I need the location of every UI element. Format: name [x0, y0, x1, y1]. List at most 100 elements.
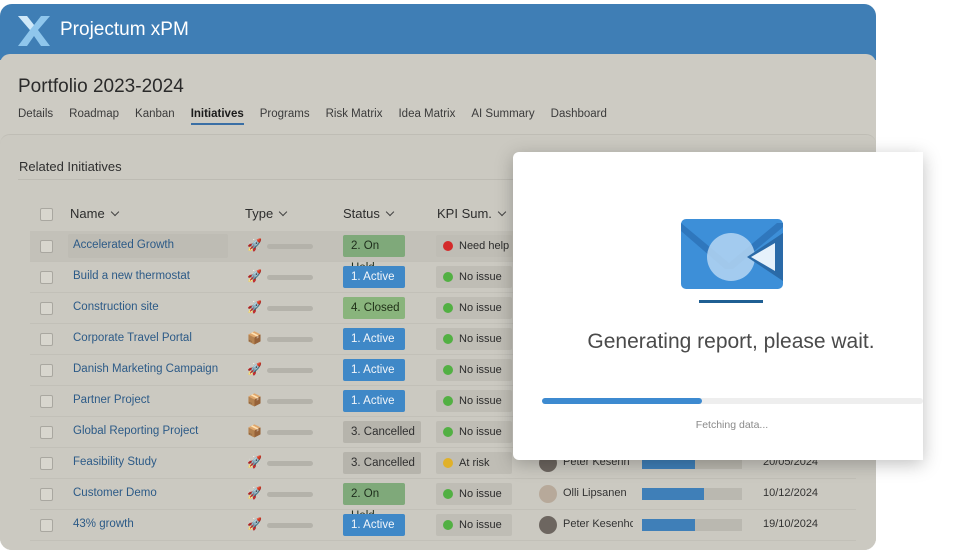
rocket-icon: 🚀 [247, 455, 262, 469]
initiative-name-link[interactable]: Corporate Travel Portal [73, 332, 192, 344]
initiative-name-link[interactable]: Customer Demo [73, 487, 157, 499]
rocket-icon: 🚀 [247, 362, 262, 376]
initiative-name-link[interactable]: Danish Marketing Campaign [73, 363, 218, 375]
progress-bar [642, 519, 742, 531]
row-checkbox[interactable] [40, 364, 53, 377]
type-bar [267, 492, 313, 497]
column-header-status[interactable]: Status [343, 206, 395, 221]
status-badge: 4. Closed [343, 297, 405, 319]
tab-dashboard[interactable]: Dashboard [551, 108, 607, 125]
avatar [539, 485, 557, 503]
column-header-kpi[interactable]: KPI Sum. [437, 206, 507, 221]
status-badge: 1. Active [343, 390, 405, 412]
tab-risk-matrix[interactable]: Risk Matrix [326, 108, 383, 125]
owner-name: Peter Kesenhc [563, 518, 633, 530]
report-envelope-icon [681, 219, 783, 289]
kpi-badge: No issue [436, 359, 512, 381]
kpi-badge: No issue [436, 328, 512, 350]
page-title: Portfolio 2023-2024 [18, 76, 184, 97]
status-badge: 3. Cancelled [343, 452, 421, 474]
row-checkbox[interactable] [40, 240, 53, 253]
initiative-name-link[interactable]: 43% growth [73, 518, 134, 530]
kpi-badge: No issue [436, 390, 512, 412]
kpi-badge: No issue [436, 421, 512, 443]
progress-fill [642, 488, 704, 500]
kpi-dot-icon [443, 396, 453, 406]
section-divider [18, 179, 518, 180]
progress-fill [642, 519, 695, 531]
row-checkbox[interactable] [40, 333, 53, 346]
type-bar [267, 368, 313, 373]
row-checkbox[interactable] [40, 271, 53, 284]
type-bar [267, 306, 313, 311]
kpi-dot-icon [443, 489, 453, 499]
kpi-badge: No issue [436, 514, 512, 536]
table-row[interactable]: Customer Demo 🚀 2. On Hold No issue Olli Lip… [30, 479, 856, 522]
type-bar [267, 244, 313, 249]
column-header-name[interactable]: Name [70, 206, 119, 221]
status-badge: 1. Active [343, 328, 405, 350]
report-progress-bar [542, 398, 923, 404]
chevron-down-icon [497, 207, 507, 217]
owner-name: Olli Lipsanen [563, 487, 627, 499]
row-checkbox[interactable] [40, 457, 53, 470]
initiative-name-link[interactable]: Global Reporting Project [73, 425, 198, 437]
status-badge: 1. Active [343, 514, 405, 536]
report-progress-fill [542, 398, 703, 404]
kpi-dot-icon [443, 458, 453, 468]
status-badge: 2. On Hold [343, 483, 405, 522]
rocket-icon: 🚀 [247, 269, 262, 283]
row-checkbox[interactable] [40, 302, 53, 315]
type-bar [267, 337, 313, 342]
modal-status: Fetching data... [695, 419, 769, 431]
kpi-badge: No issue [436, 297, 512, 319]
tab-ai-summary[interactable]: AI Summary [471, 108, 534, 125]
row-checkbox[interactable] [40, 395, 53, 408]
tab-details[interactable]: Details [18, 108, 53, 125]
date: 10/12/2024 [763, 487, 819, 499]
package-icon: 📦 [247, 331, 262, 345]
column-header-type[interactable]: Type [245, 206, 288, 221]
tab-initiatives[interactable]: Initiatives [190, 108, 244, 125]
kpi-badge: Need help [436, 235, 512, 257]
kpi-badge: At risk [436, 452, 512, 474]
initiative-name-link[interactable]: Feasibility Study [73, 456, 157, 468]
status-badge: 2. On Hold [343, 235, 405, 274]
select-all-checkbox[interactable] [40, 208, 53, 221]
top-bar: Projectum xPM [0, 4, 876, 60]
section-title: Related Initiatives [19, 159, 122, 174]
row-checkbox[interactable] [40, 426, 53, 439]
kpi-dot-icon [443, 272, 453, 282]
tab-idea-matrix[interactable]: Idea Matrix [398, 108, 455, 125]
type-bar [267, 461, 313, 466]
tab-bar: Details Roadmap Kanban Initiatives Programs R… [18, 108, 623, 125]
kpi-dot-icon [443, 334, 453, 344]
kpi-badge: No issue [436, 266, 512, 288]
chevron-down-icon [385, 207, 395, 217]
report-modal: Generating report, please wait. Fetching… [513, 152, 923, 460]
kpi-dot-icon [443, 427, 453, 437]
rocket-icon: 🚀 [247, 517, 262, 531]
type-bar [267, 523, 313, 528]
package-icon: 📦 [247, 393, 262, 407]
row-checkbox[interactable] [40, 488, 53, 501]
rocket-icon: 🚀 [247, 486, 262, 500]
package-icon: 📦 [247, 424, 262, 438]
table-row[interactable]: 43% growth 🚀 1. Active No issue Peter Kesenh… [30, 510, 856, 541]
kpi-dot-icon [443, 303, 453, 313]
modal-message: Generating report, please wait. [587, 330, 875, 353]
tab-kanban[interactable]: Kanban [135, 108, 175, 125]
row-checkbox[interactable] [40, 519, 53, 532]
date: 19/10/2024 [763, 518, 819, 530]
tab-programs[interactable]: Programs [260, 108, 310, 125]
rocket-icon: 🚀 [247, 300, 262, 314]
initiative-name-link[interactable]: Partner Project [73, 394, 150, 406]
initiative-name-link[interactable]: Construction site [73, 301, 159, 313]
status-badge: 1. Active [343, 266, 405, 288]
kpi-dot-icon [443, 241, 453, 251]
initiative-name-link[interactable]: Build a new thermostat [73, 270, 190, 282]
tab-roadmap[interactable]: Roadmap [69, 108, 119, 125]
kpi-dot-icon [443, 365, 453, 375]
initiative-name-link[interactable]: Accelerated Growth [73, 239, 174, 251]
kpi-dot-icon [443, 520, 453, 530]
